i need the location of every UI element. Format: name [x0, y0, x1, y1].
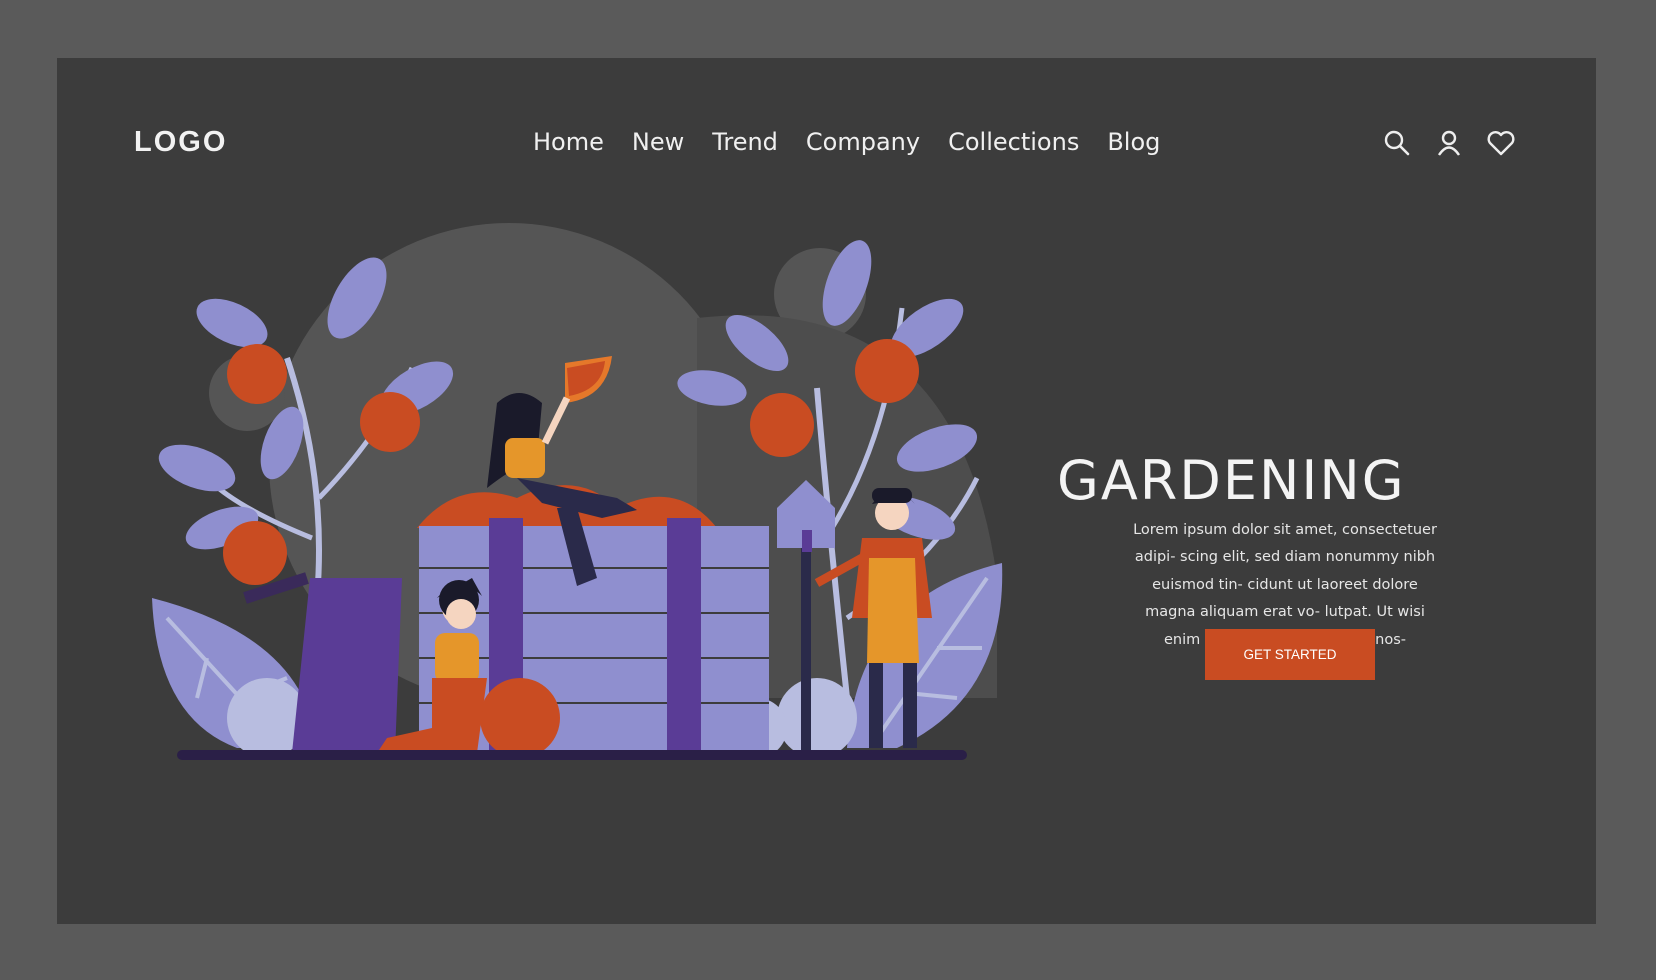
- get-started-button[interactable]: GET STARTED: [1205, 629, 1375, 680]
- ground-line: [177, 750, 967, 760]
- hero-title: GARDENING: [1057, 449, 1406, 513]
- watering-can: [292, 578, 402, 753]
- landing-page: LOGO Home New Trend Company Collections …: [57, 58, 1596, 924]
